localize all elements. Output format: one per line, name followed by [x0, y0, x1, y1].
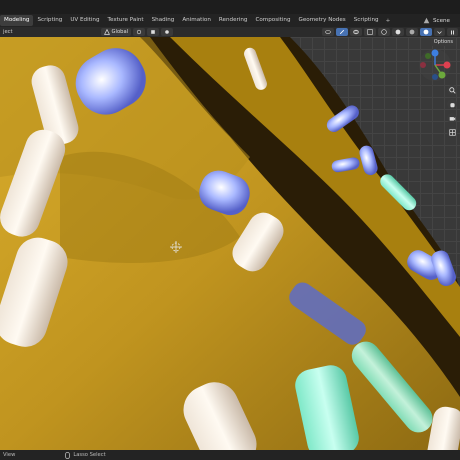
- 3d-viewport[interactable]: Options: [0, 37, 460, 450]
- grid-icon: [448, 128, 456, 136]
- shading-options-button[interactable]: [434, 28, 445, 36]
- pivot-point-button[interactable]: [133, 28, 146, 36]
- tab-scripting[interactable]: Scripting: [33, 15, 66, 26]
- gizmo-icon: [339, 29, 345, 35]
- gizmo-neg-x-axis: [420, 62, 426, 68]
- tab-shading[interactable]: Shading: [148, 15, 179, 26]
- workspace-tab-bar: Modeling Scripting UV Editing Texture Pa…: [0, 14, 460, 27]
- chevron-down-icon: [437, 30, 442, 34]
- proportional-edit-button[interactable]: [161, 28, 174, 36]
- scene-name: Scene: [432, 17, 450, 24]
- tab-scripting-2[interactable]: Scripting: [350, 15, 383, 26]
- camera-view-button[interactable]: [447, 113, 457, 123]
- overlay-icon: [353, 29, 359, 35]
- rendered-shading-icon: [423, 29, 429, 35]
- viewport-options-button[interactable]: Options: [430, 38, 456, 46]
- tab-compositing[interactable]: Compositing: [251, 15, 294, 26]
- status-lasso-label: Lasso Select: [73, 452, 106, 458]
- shading-rendered-button[interactable]: [420, 28, 432, 36]
- viewport-header: ject Global: [0, 27, 460, 37]
- shading-wireframe-button[interactable]: [378, 28, 390, 36]
- shading-solid-button[interactable]: [392, 28, 404, 36]
- pause-icon: [451, 30, 454, 34]
- snap-icon: [151, 30, 155, 34]
- scene-selector[interactable]: Scene: [423, 14, 460, 27]
- solid-shading-icon: [395, 29, 401, 35]
- tab-modeling[interactable]: Modeling: [0, 15, 34, 26]
- tab-rendering[interactable]: Rendering: [215, 15, 252, 26]
- wireframe-shading-icon: [381, 29, 387, 35]
- sidebar-toggle-button[interactable]: [447, 28, 458, 36]
- tab-geometry-nodes[interactable]: Geometry Nodes: [295, 15, 350, 26]
- gizmo-x-axis: [443, 61, 451, 69]
- gizmo-toggle-button[interactable]: [336, 28, 348, 36]
- orientation-icon: [103, 29, 110, 35]
- tab-texture-paint[interactable]: Texture Paint: [104, 15, 148, 26]
- tab-uv-editing[interactable]: UV Editing: [66, 15, 103, 26]
- proportional-icon: [165, 30, 169, 34]
- tab-animation[interactable]: Animation: [178, 15, 215, 26]
- scene-icon: [423, 17, 430, 24]
- perspective-toggle-button[interactable]: [447, 127, 457, 137]
- shading-material-button[interactable]: [406, 28, 418, 36]
- mouse-icon: [65, 451, 71, 459]
- status-lasso-hint: Lasso Select: [65, 451, 106, 459]
- navigation-gizmo[interactable]: [418, 48, 452, 82]
- hand-icon: [449, 102, 455, 107]
- magnifier-icon: [448, 86, 456, 94]
- transform-orientation-label: Global: [111, 29, 129, 35]
- status-bar: View Lasso Select: [0, 450, 460, 460]
- material-shading-icon: [409, 29, 415, 35]
- snap-button[interactable]: [147, 28, 160, 36]
- status-view-hint: View: [3, 452, 16, 458]
- camera-icon: [449, 116, 455, 121]
- overlay-toggle-button[interactable]: [350, 28, 362, 36]
- add-workspace-button[interactable]: +: [383, 18, 394, 24]
- gizmo-neg-y-axis: [425, 53, 431, 59]
- pan-button[interactable]: [447, 99, 457, 109]
- zoom-button[interactable]: [447, 85, 457, 95]
- pivot-icon: [136, 29, 142, 35]
- view-object-types-button[interactable]: [322, 28, 334, 36]
- xray-icon: [367, 29, 373, 35]
- gizmo-y-axis: [438, 71, 446, 79]
- eye-icon: [325, 30, 331, 34]
- transform-orientation-dropdown[interactable]: Global: [100, 28, 132, 36]
- gizmo-neg-z-axis: [432, 74, 438, 80]
- donut-render: [0, 37, 460, 450]
- xray-toggle-button[interactable]: [364, 28, 376, 36]
- gizmo-z-axis: [431, 49, 439, 57]
- mode-selector[interactable]: ject: [0, 29, 16, 35]
